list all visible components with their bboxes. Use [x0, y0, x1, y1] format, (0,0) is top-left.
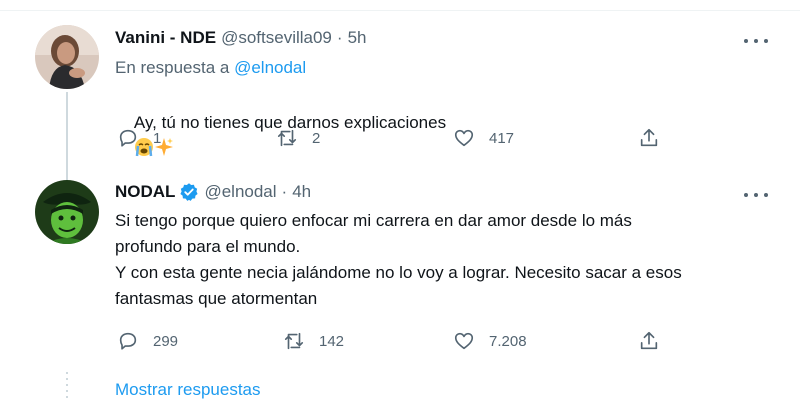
show-replies-link[interactable]: Mostrar respuestas	[115, 380, 261, 400]
retweet-button[interactable]: 142	[283, 330, 344, 352]
share-icon	[640, 331, 658, 350]
avatar-nodal[interactable]	[35, 180, 99, 244]
thread-connector-line	[66, 92, 68, 182]
retweet-count: 2	[312, 129, 321, 147]
thread-dotted-line	[66, 372, 68, 402]
reply-context: En respuesta a @elnodal	[115, 58, 306, 78]
top-divider	[0, 10, 800, 11]
separator-dot: ·	[336, 28, 343, 47]
more-options-icon[interactable]	[744, 36, 768, 46]
like-button[interactable]: 417	[453, 127, 514, 149]
separator-dot: ·	[281, 182, 288, 201]
like-button[interactable]: 7.208	[453, 330, 527, 352]
reply-icon	[119, 129, 137, 147]
reply-icon	[119, 332, 137, 350]
avatar-vanini[interactable]	[35, 25, 99, 89]
user-handle[interactable]: @softsevilla09	[221, 28, 332, 48]
reply-button[interactable]: 299	[117, 330, 178, 352]
share-icon	[640, 128, 658, 147]
reply-count: 1	[153, 129, 162, 147]
like-count: 417	[489, 129, 515, 147]
retweet-icon	[277, 129, 297, 147]
tweet-text: Si tengo porque quiero enfocar mi carrer…	[115, 211, 682, 308]
tweet-1-header: Vanini - NDE @softsevilla09 · 5h	[115, 28, 366, 48]
reply-count: 299	[153, 332, 179, 350]
retweet-icon	[284, 332, 304, 350]
display-name[interactable]: Vanini - NDE	[115, 28, 216, 48]
heart-icon	[454, 129, 474, 147]
reply-to-mention-link[interactable]: @elnodal	[234, 58, 306, 77]
tweet-2-header: NODAL @elnodal · 4h	[115, 182, 311, 202]
reply-button[interactable]: 1	[117, 127, 161, 149]
retweet-count: 142	[319, 332, 345, 350]
timestamp[interactable]: 5h	[348, 28, 367, 48]
heart-icon	[454, 332, 474, 350]
display-name[interactable]: NODAL	[115, 182, 175, 202]
retweet-button[interactable]: 2	[276, 127, 320, 149]
share-button[interactable]	[638, 330, 660, 352]
timestamp[interactable]: 4h	[292, 182, 311, 202]
reply-context-prefix: En respuesta a	[115, 58, 235, 77]
verified-badge-icon	[180, 183, 199, 201]
user-handle[interactable]: @elnodal	[204, 182, 276, 202]
like-count: 7.208	[489, 332, 527, 350]
more-options-icon[interactable]	[744, 190, 768, 200]
share-button[interactable]	[638, 127, 660, 149]
